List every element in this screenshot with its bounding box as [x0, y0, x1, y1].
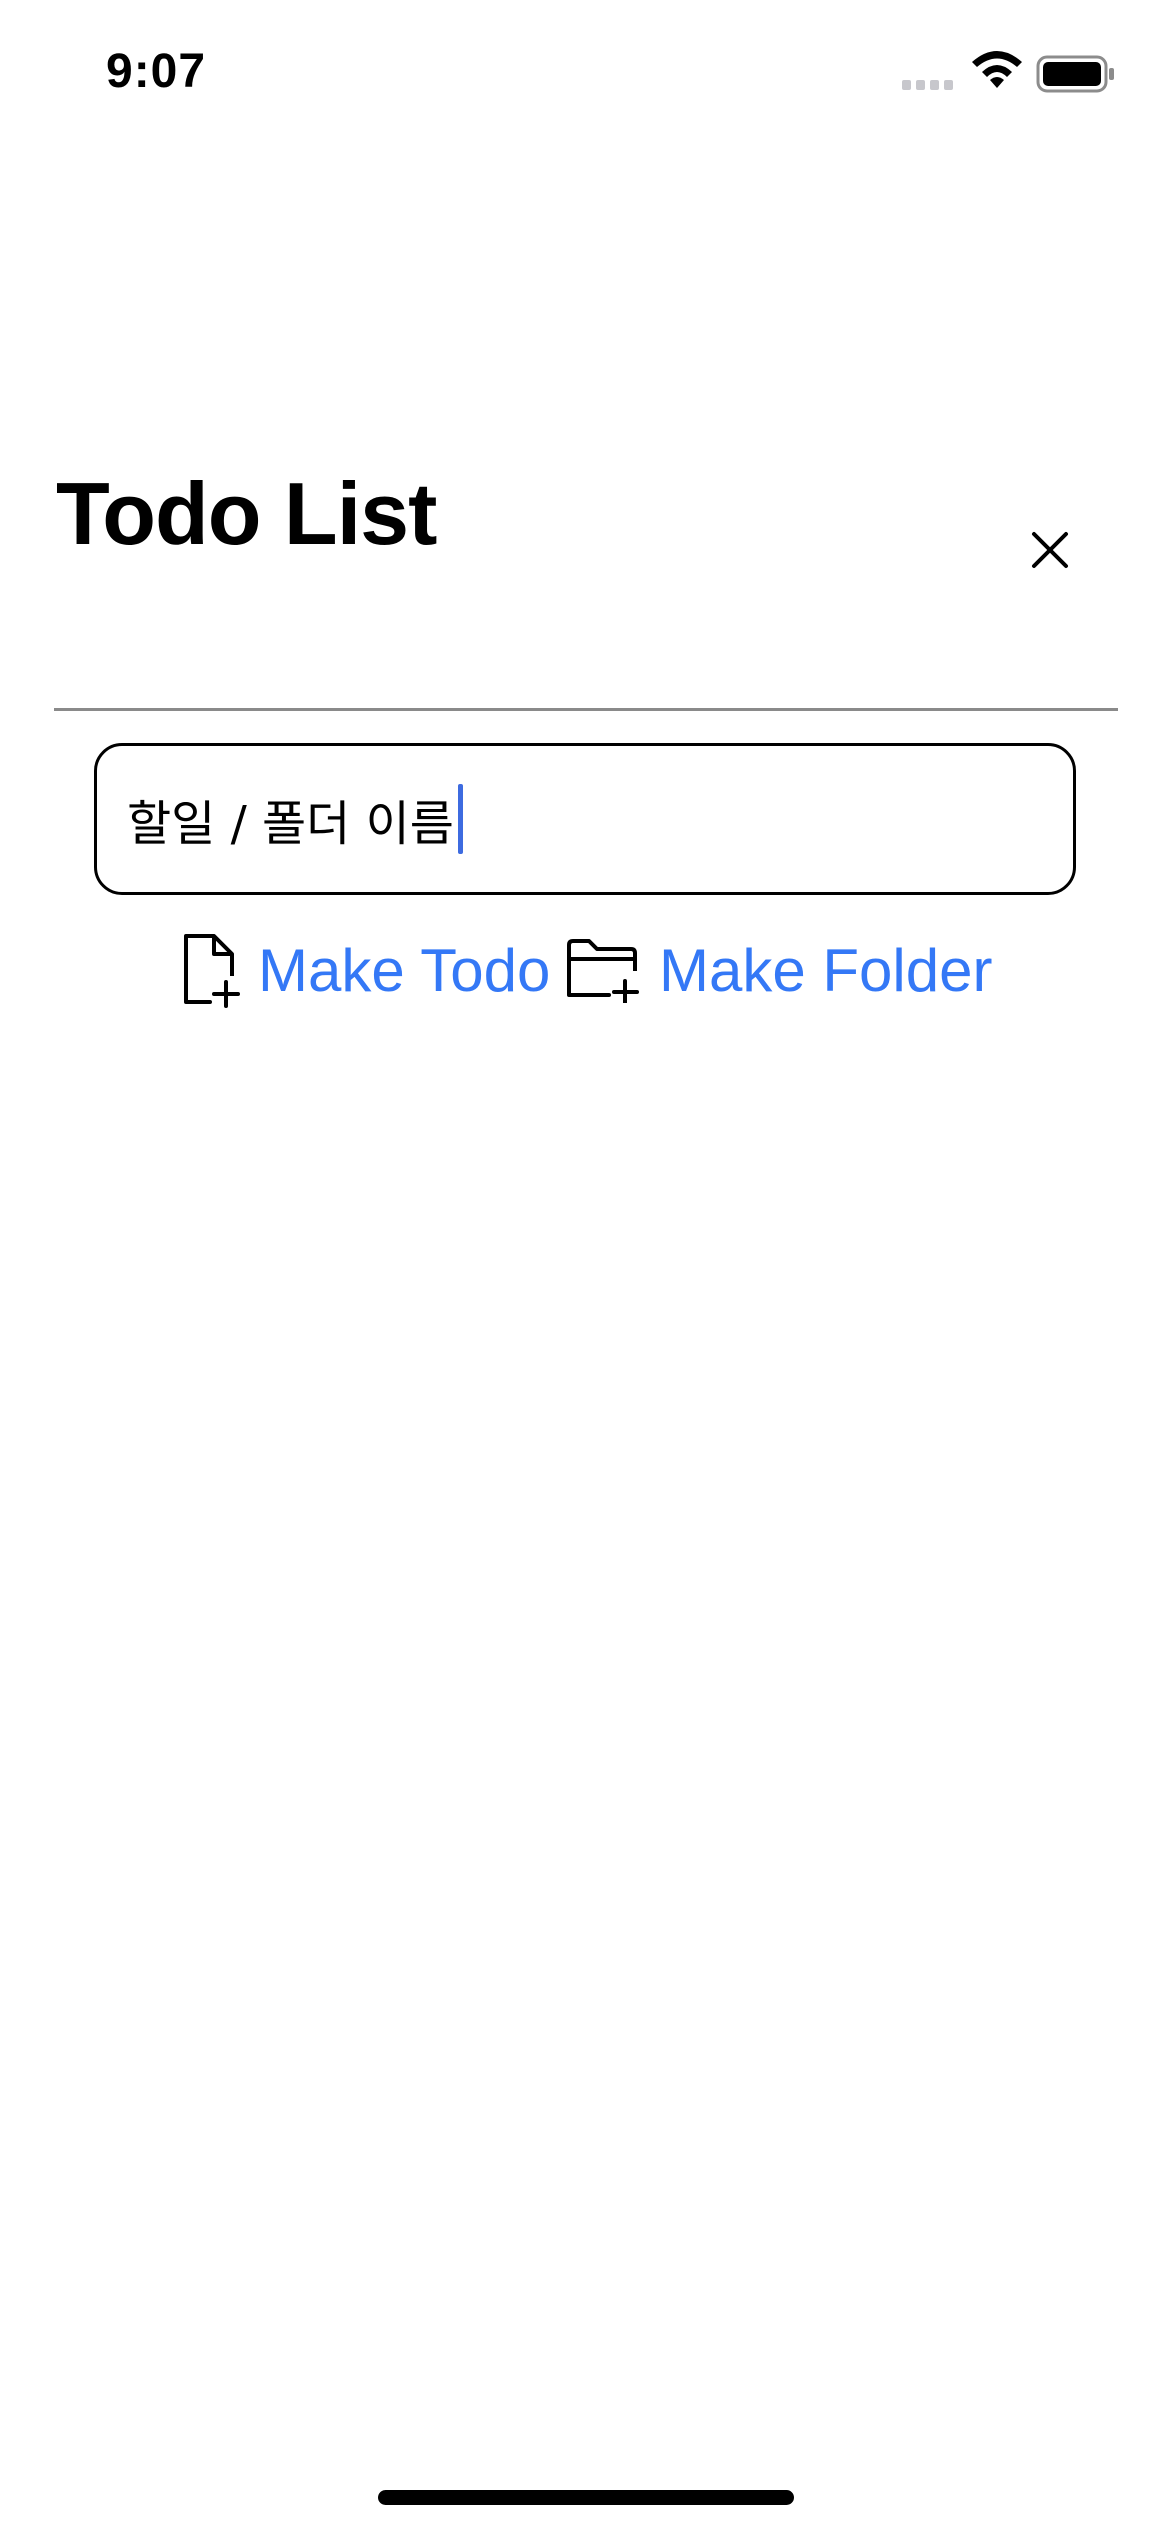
make-folder-button[interactable]: Make Folder	[565, 920, 992, 1020]
battery-icon	[1036, 55, 1114, 93]
page-title: Todo List	[56, 464, 437, 563]
make-folder-label[interactable]: Make Folder	[659, 936, 992, 1005]
status-bar: 9:07	[0, 0, 1170, 140]
status-time: 9:07	[106, 45, 207, 98]
doc-plus-icon	[184, 934, 240, 1008]
todo-list-screen: 9:07 Todo List 할일 / 폴더 이름 Make Todo Make…	[0, 0, 1170, 2532]
close-button[interactable]	[1010, 510, 1090, 590]
cellular-signal-icon	[902, 80, 953, 90]
folder-plus-icon	[567, 939, 639, 1003]
action-row: Make Todo Make Folder	[0, 920, 1170, 1020]
home-indicator[interactable]	[378, 2490, 794, 2505]
make-todo-label[interactable]: Make Todo	[258, 936, 550, 1005]
make-todo-button[interactable]: Make Todo	[180, 920, 550, 1020]
name-input-field[interactable]: 할일 / 폴더 이름	[94, 743, 1076, 895]
text-caret	[457, 784, 463, 854]
header-divider	[54, 708, 1118, 711]
wifi-icon	[972, 51, 1022, 88]
close-icon	[1032, 532, 1068, 568]
name-input-value[interactable]: 할일 / 폴더 이름	[127, 784, 454, 854]
